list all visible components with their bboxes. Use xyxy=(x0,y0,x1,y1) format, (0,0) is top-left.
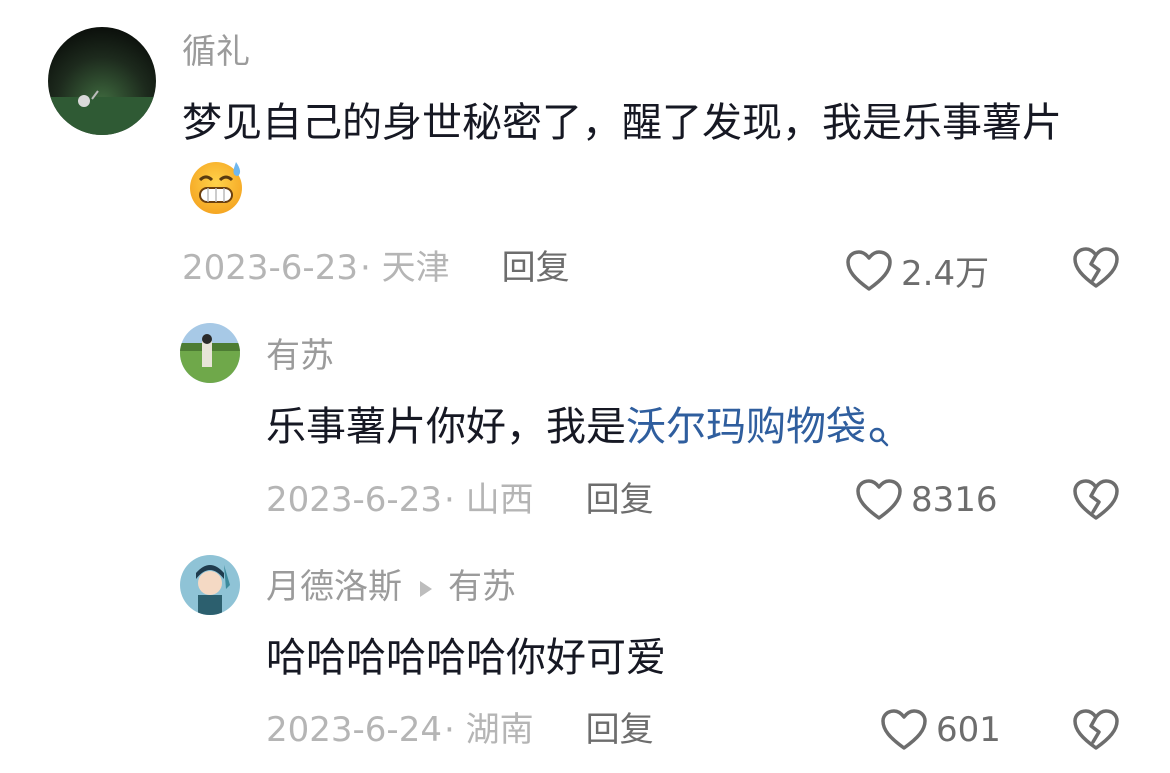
like-button[interactable]: 8316 xyxy=(855,478,998,522)
like-count: 8316 xyxy=(911,480,998,520)
avatar[interactable] xyxy=(180,555,240,615)
username[interactable]: 月德洛斯 xyxy=(266,567,402,607)
comment-location: · 天津 xyxy=(359,248,450,288)
reply-to-username[interactable]: 有苏 xyxy=(448,567,516,607)
comment-location: · 湖南 xyxy=(443,710,534,750)
comment-text-content: 乐事薯片你好，我是 xyxy=(266,404,626,450)
heart-outline-icon xyxy=(856,479,902,520)
search-link[interactable]: 沃尔玛购物袋 xyxy=(626,404,866,450)
dislike-button[interactable] xyxy=(1072,708,1120,756)
comment-date: 2023-6-23 xyxy=(182,248,358,288)
comment-date: 2023-6-23 xyxy=(266,480,442,520)
broken-heart-icon xyxy=(1073,709,1119,750)
username-row: 月德洛斯 有苏 xyxy=(266,567,516,607)
heart-outline-icon xyxy=(881,709,927,750)
comment-text-content: 哈哈哈哈哈哈你好可爱 xyxy=(266,635,666,681)
avatar[interactable] xyxy=(48,27,156,135)
broken-heart-icon xyxy=(1073,479,1119,520)
reply-arrow-icon xyxy=(420,580,432,597)
like-count: 2.4万 xyxy=(901,254,990,294)
like-count: 601 xyxy=(936,710,1001,750)
comment-meta: 2023-6-24 · 湖南 回复 xyxy=(266,710,654,750)
like-button[interactable]: 2.4万 xyxy=(845,246,989,295)
comment-text: 哈哈哈哈哈哈你好可爱 xyxy=(266,623,1126,693)
grinning-sweat-emoji-icon xyxy=(188,158,246,238)
comment-text: 梦见自己的身世秘密了，醒了发现，我是乐事薯片 xyxy=(182,88,1122,238)
username[interactable]: 循礼 xyxy=(182,32,250,72)
like-button[interactable]: 601 xyxy=(880,708,1001,752)
dislike-button[interactable] xyxy=(1072,246,1120,294)
search-icon[interactable] xyxy=(868,400,890,470)
comment-text: 乐事薯片你好，我是沃尔玛购物袋 xyxy=(266,392,1126,470)
reply-button[interactable]: 回复 xyxy=(586,710,654,750)
reply-button[interactable]: 回复 xyxy=(586,480,654,520)
reply-button[interactable]: 回复 xyxy=(502,248,570,288)
username[interactable]: 有苏 xyxy=(266,336,334,376)
dislike-button[interactable] xyxy=(1072,478,1120,526)
comment-location: · 山西 xyxy=(443,480,534,520)
comment-date: 2023-6-24 xyxy=(266,710,442,750)
comment-text-content: 梦见自己的身世秘密了，醒了发现，我是乐事薯片 xyxy=(182,100,1062,146)
avatar[interactable] xyxy=(180,323,240,383)
heart-outline-icon xyxy=(846,249,892,291)
comment-meta: 2023-6-23 · 天津 回复 xyxy=(182,248,570,288)
comment-meta: 2023-6-23 · 山西 回复 xyxy=(266,480,654,520)
broken-heart-icon xyxy=(1073,247,1119,288)
